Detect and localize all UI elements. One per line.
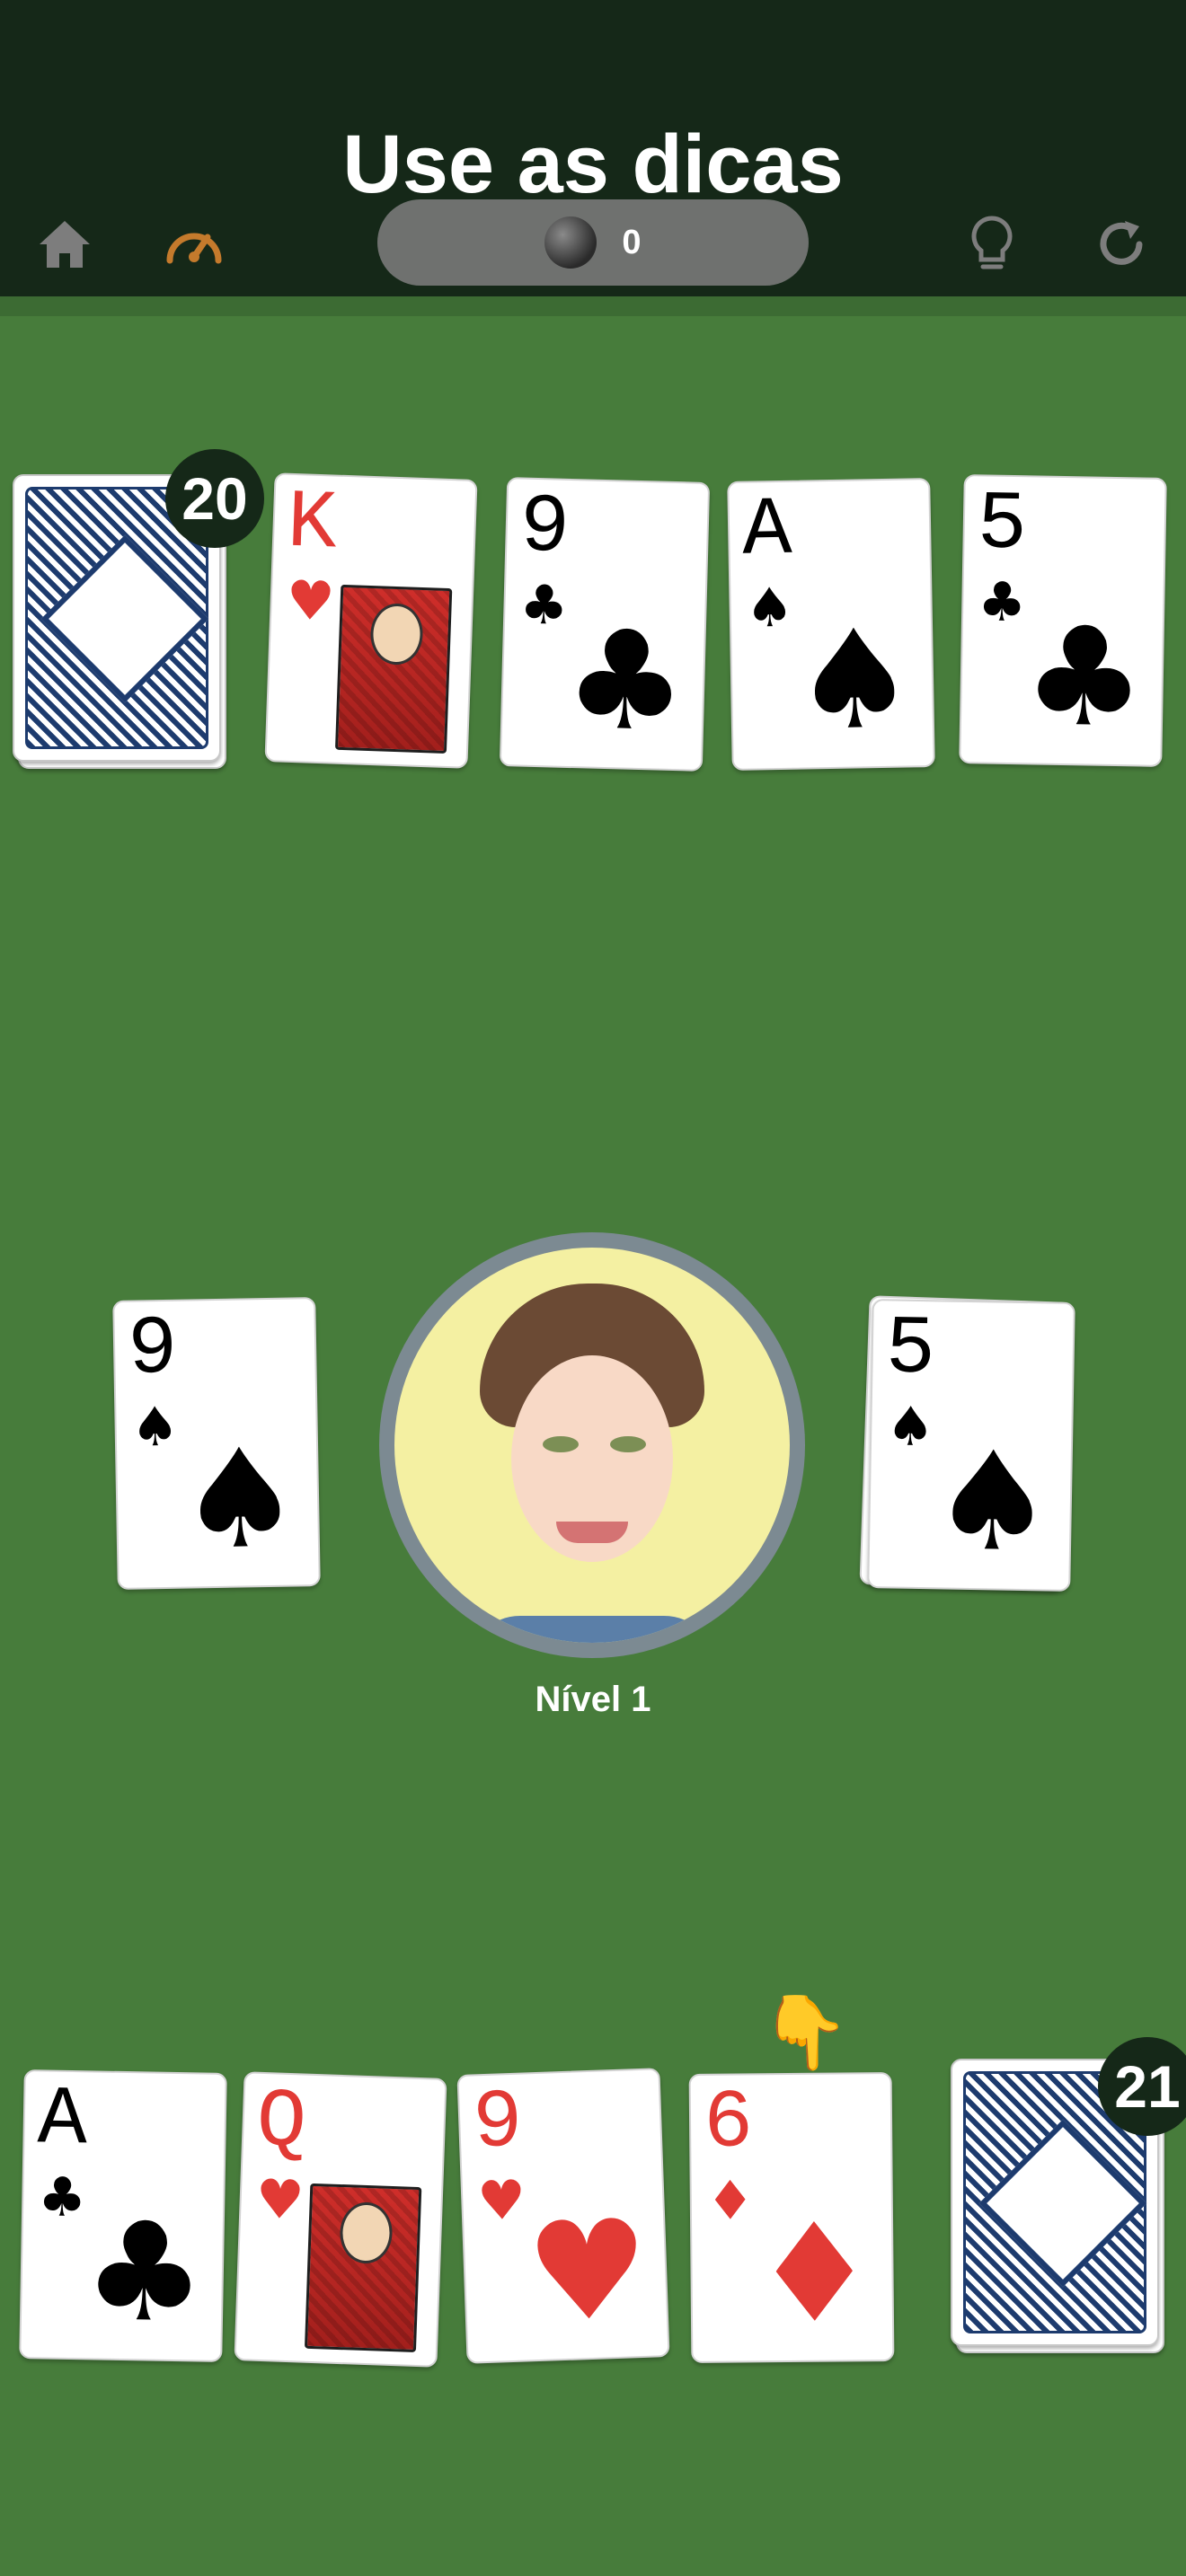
home-icon <box>40 221 90 268</box>
opponent-card-nine-clubs: 9 ♣ ♣ <box>499 477 711 772</box>
restart-button[interactable] <box>1085 208 1157 280</box>
card-rank: A <box>741 482 793 578</box>
speedometer-icon <box>166 233 222 264</box>
opponent-card-king-hearts: K ♥ <box>264 472 478 769</box>
card-suit-large: ♣ <box>1022 596 1147 758</box>
opponent-deck-count: 20 <box>165 449 264 548</box>
card-suit-large: ♠ <box>930 1421 1056 1583</box>
header-shadow <box>0 296 1186 316</box>
hint-button[interactable] <box>956 208 1028 280</box>
table-card-right[interactable]: 5 ♠ ♠ <box>867 1299 1075 1592</box>
level-label: Nível 1 <box>535 1680 651 1719</box>
card-rank: A <box>36 2072 88 2168</box>
table-card-left[interactable]: 9 ♠ ♠ <box>112 1297 321 1590</box>
opponent-card-five-clubs: 5 ♣ ♣ <box>959 474 1167 767</box>
card-suit: ♥ <box>285 569 336 634</box>
card-suit: ♥ <box>254 2167 305 2233</box>
card-suit-large: ♦ <box>752 2193 877 2354</box>
card-suit: ♣ <box>518 573 570 638</box>
card-rank: 5 <box>884 1301 936 1398</box>
coin-icon <box>544 216 597 269</box>
card-rank: 9 <box>127 1301 179 1398</box>
card-suit-large: ♠ <box>792 599 917 761</box>
card-rank: 9 <box>471 2075 525 2172</box>
card-suit: ♠ <box>885 1395 935 1460</box>
opponent-card-ace-spades: A ♠ ♠ <box>727 478 935 771</box>
card-rank: 9 <box>518 480 571 576</box>
restart-icon <box>1100 221 1143 265</box>
hint-pointer-icon: 👇 <box>760 1990 850 2074</box>
coin-counter: 0 <box>377 199 809 286</box>
home-button[interactable] <box>29 208 101 280</box>
card-suit: ♥ <box>476 2168 527 2234</box>
player-card-ace-clubs[interactable]: A ♣ ♣ <box>19 2069 227 2362</box>
card-rank: 6 <box>703 2076 754 2171</box>
player-card-queen-hearts[interactable]: Q ♥ <box>234 2071 447 2368</box>
card-suit: ♠ <box>130 1395 181 1460</box>
card-suit-large: ♣ <box>562 599 689 763</box>
card-suit-large: ♥ <box>523 2189 652 2353</box>
card-suit: ♣ <box>977 570 1027 635</box>
card-suit-large: ♣ <box>82 2192 208 2353</box>
card-suit: ♣ <box>37 2166 87 2230</box>
player-card-six-diamonds[interactable]: 6 ♦ ♦ <box>688 2072 895 2363</box>
queen-portrait <box>304 2183 422 2353</box>
card-rank: Q <box>254 2074 308 2171</box>
lightbulb-icon <box>971 216 1013 269</box>
card-rank: 5 <box>976 477 1028 573</box>
speed-button[interactable] <box>158 208 230 280</box>
card-suit: ♦ <box>705 2169 755 2233</box>
king-portrait <box>334 584 453 754</box>
card-suit-large: ♠ <box>177 1418 303 1580</box>
opponent-avatar[interactable] <box>379 1232 805 1658</box>
coin-count: 0 <box>622 223 642 261</box>
card-rank: K <box>285 475 339 572</box>
card-suit: ♠ <box>745 576 795 640</box>
avatar-portrait <box>394 1248 790 1643</box>
top-bar: Use as dicas 0 <box>0 0 1186 296</box>
player-card-nine-hearts[interactable]: 9 ♥ ♥ <box>456 2068 670 2364</box>
